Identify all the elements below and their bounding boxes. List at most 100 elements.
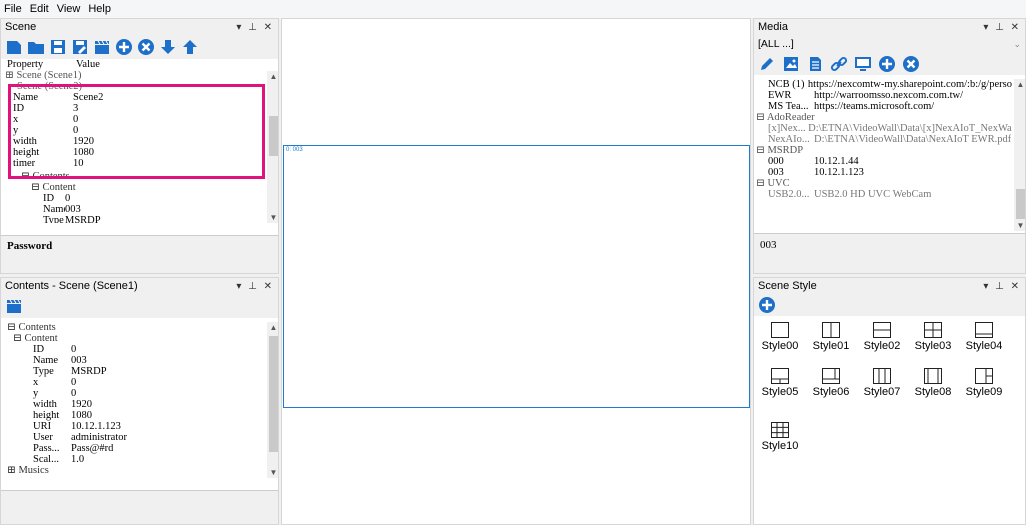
remove-icon[interactable] <box>902 55 920 73</box>
layout-two-row-icon <box>873 322 891 338</box>
property-row[interactable]: NexAIo... D:\ETNA\VideoWall\Data\NexAIoT … <box>768 134 1012 145</box>
remove-icon[interactable] <box>137 38 155 56</box>
style-05[interactable]: Style05 <box>756 368 804 398</box>
style-label: Style06 <box>812 386 850 398</box>
property-row[interactable]: Pass... Pass@#rd <box>33 443 263 454</box>
scroll-down-icon[interactable]: ▼ <box>268 212 278 223</box>
pen-icon[interactable] <box>758 55 776 73</box>
style-00[interactable]: Style00 <box>756 322 804 352</box>
scene-panel-titlebar: Scene ▾ ⊥ ✕ <box>1 19 278 35</box>
save-as-icon[interactable] <box>71 38 89 56</box>
style-09[interactable]: Style09 <box>960 368 1008 398</box>
property-value: 1080 <box>71 410 92 421</box>
media-filter-select[interactable]: [ALL ...] ⌄ <box>754 35 1025 53</box>
style-04[interactable]: Style04 <box>960 322 1008 352</box>
document-icon[interactable] <box>806 55 824 73</box>
media-group-msrdp[interactable]: ⊟ MSRDP <box>756 145 803 156</box>
style-10[interactable]: Style10 <box>756 422 804 452</box>
style-06[interactable]: Style06 <box>807 368 855 398</box>
media-list[interactable]: NCB (1) https://nexcomtw-my.sharepoint.co… <box>754 77 1025 233</box>
property-row[interactable]: User administrator <box>33 432 263 443</box>
property-value: https://nexcomtw-my.sharepoint.com/:b:/g… <box>807 79 1012 90</box>
contents-tree[interactable]: ⊟ Contents ⊟ Content ID 0 Name 003 Type MSRDP… <box>1 320 278 490</box>
new-scene-icon[interactable] <box>5 38 23 56</box>
property-row[interactable]: width 1920 <box>33 399 263 410</box>
image-icon[interactable] <box>782 55 800 73</box>
open-folder-icon[interactable] <box>27 38 45 56</box>
menu-help[interactable]: Help <box>88 3 111 15</box>
menu-file[interactable]: File <box>4 3 22 15</box>
panel-controls[interactable]: ▾ ⊥ ✕ <box>983 22 1021 33</box>
property-value: 0 <box>71 344 77 355</box>
property-row[interactable]: URI 10.12.1.123 <box>33 421 263 432</box>
scene-panel-title: Scene <box>5 21 37 33</box>
add-icon[interactable] <box>878 55 896 73</box>
style-08[interactable]: Style08 <box>909 368 957 398</box>
property-row[interactable]: NCB (1) https://nexcomtw-my.sharepoint.co… <box>768 79 1012 90</box>
scroll-up-icon[interactable]: ▲ <box>268 71 278 82</box>
panel-controls[interactable]: ▾ ⊥ ✕ <box>236 281 274 292</box>
add-icon[interactable] <box>115 38 133 56</box>
panel-controls[interactable]: ▾ ⊥ ✕ <box>236 22 274 33</box>
media-group-adoreader[interactable]: ⊟ AdoReader <box>756 112 815 123</box>
scroll-thumb[interactable] <box>269 116 278 156</box>
style-07[interactable]: Style07 <box>858 368 906 398</box>
clapperboard-icon[interactable] <box>5 297 23 315</box>
scroll-up-icon[interactable]: ▲ <box>268 322 278 333</box>
property-row[interactable]: Name003 <box>43 204 263 215</box>
property-row[interactable]: Type MSRDP <box>33 366 263 377</box>
contents-tree-root[interactable]: ⊟ Contents <box>7 322 56 333</box>
property-row[interactable]: [x]Nex... D:\ETNA\VideoWall\Data\[x]NexAI… <box>768 123 1012 134</box>
property-row[interactable]: Name003 <box>33 355 263 366</box>
property-row[interactable]: MS Tea... https://teams.microsoft.com/ <box>768 101 1012 112</box>
property-value: administrator <box>71 432 127 443</box>
property-row[interactable]: Type MSRDP <box>43 215 263 223</box>
style-03[interactable]: Style03 <box>909 322 957 352</box>
property-row[interactable]: height 1080 <box>33 410 263 421</box>
property-value: 003 <box>71 355 87 366</box>
property-key: Type <box>33 366 54 377</box>
contents-scrollbar[interactable]: ▲ ▼ <box>267 322 278 478</box>
property-row[interactable]: EWR http://warroomsso.nexcom.com.tw/ <box>768 90 1012 101</box>
scene-toolbar <box>1 35 278 59</box>
property-row[interactable]: y0 <box>33 388 263 399</box>
property-row[interactable]: x0 <box>33 377 263 388</box>
property-row[interactable]: Scal... 1.0 <box>33 454 263 465</box>
tree-root-scene[interactable]: ⊞ Scene (Scene1) <box>5 70 81 81</box>
menu-view[interactable]: View <box>57 3 81 15</box>
property-row[interactable]: ID 0 <box>33 344 263 355</box>
property-value: Pass@#rd <box>71 443 114 454</box>
property-row[interactable]: 003 10.12.1.123 <box>768 167 1012 178</box>
remote-desktop-icon[interactable] <box>854 55 872 73</box>
property-scrollbar[interactable]: ▲ ▼ <box>267 71 278 223</box>
link-icon[interactable] <box>830 55 848 73</box>
property-key: 000 <box>768 156 784 167</box>
add-style-icon[interactable] <box>758 296 776 314</box>
scroll-up-icon[interactable]: ▲ <box>1015 79 1025 90</box>
save-icon[interactable] <box>49 38 67 56</box>
clapperboard-icon[interactable] <box>93 38 111 56</box>
panel-controls[interactable]: ▾ ⊥ ✕ <box>983 281 1021 292</box>
property-row[interactable]: ID 0 <box>43 193 263 204</box>
property-row[interactable]: 000 10.12.1.44 <box>768 156 1012 167</box>
contents-tree-content[interactable]: ⊟ Content <box>13 333 58 344</box>
scroll-down-icon[interactable]: ▼ <box>268 467 278 478</box>
style-grid: Style00 Style01 Style02 Style03 Style04 … <box>754 318 1025 524</box>
content-region-003[interactable]: 0: 003 <box>283 145 750 408</box>
media-scrollbar[interactable]: ▲ ▼ <box>1014 79 1025 231</box>
style-02[interactable]: Style02 <box>858 322 906 352</box>
contents-tree-musics[interactable]: ⊞ Musics <box>7 465 49 476</box>
property-row[interactable]: USB2.0... USB2.0 HD UVC WebCam <box>768 189 1012 200</box>
menu-edit[interactable]: Edit <box>30 3 49 15</box>
scroll-thumb[interactable] <box>1016 189 1025 219</box>
tree-content[interactable]: ⊟ Content <box>31 182 76 193</box>
scroll-thumb[interactable] <box>269 336 278 452</box>
scroll-down-icon[interactable]: ▼ <box>1015 220 1025 231</box>
style-label: Style02 <box>863 340 901 352</box>
property-grid[interactable]: Property Value ⊞ Scene (Scene1) Scene (S… <box>1 59 278 235</box>
style-01[interactable]: Style01 <box>807 322 855 352</box>
scene-canvas[interactable]: 0: 003 <box>281 18 751 525</box>
move-down-icon[interactable] <box>159 38 177 56</box>
media-group-uvc[interactable]: ⊟ UVC <box>756 178 790 189</box>
move-up-icon[interactable] <box>181 38 199 56</box>
